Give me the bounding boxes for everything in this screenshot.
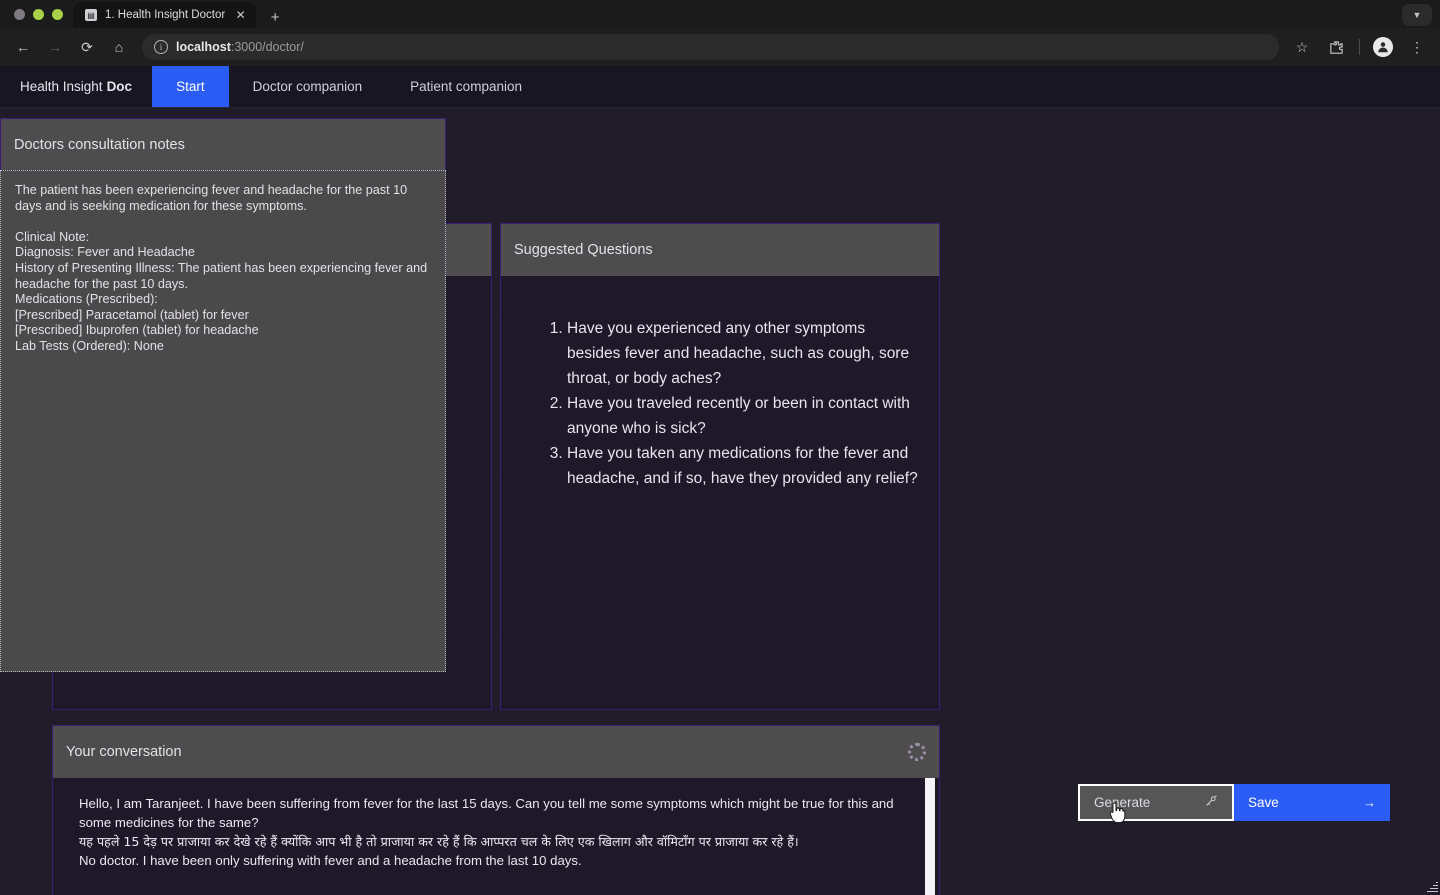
generate-button-label: Generate [1094, 795, 1151, 810]
toolbar-divider [1359, 39, 1360, 55]
panel-header: Your conversation [53, 726, 939, 778]
conversation-scrollbar[interactable] [925, 778, 937, 895]
new-tab-button[interactable]: + [262, 6, 288, 28]
list-item: Have you taken any medications for the f… [567, 441, 919, 491]
panel-title: Doctors consultation notes [14, 136, 185, 153]
address-bar[interactable]: i localhost:3000/doctor/ [142, 34, 1279, 60]
questions-list: Have you experienced any other symptoms … [521, 294, 919, 491]
extensions-icon[interactable] [1321, 32, 1351, 62]
site-info-icon[interactable]: i [154, 40, 168, 54]
nav-item-patient-companion[interactable]: Patient companion [386, 66, 546, 107]
arrow-right-icon: → [1363, 795, 1376, 810]
close-window-button[interactable] [14, 8, 25, 20]
page-viewport: Health Insight Doc Start Doctor companion… [0, 66, 1440, 895]
loading-spinner-icon [908, 743, 926, 761]
panel-body: Have you experienced any other symptoms … [501, 276, 939, 509]
reload-icon[interactable]: ⟳ [72, 32, 102, 62]
generate-button[interactable]: Generate [1078, 784, 1234, 821]
bookmark-star-icon[interactable]: ☆ [1287, 32, 1317, 62]
toolbar-actions: ☆ ⋮ [1287, 32, 1432, 62]
forward-icon[interactable]: → [40, 32, 70, 62]
browser-toolbar: ← → ⟳ ⌂ i localhost:3000/doctor/ ☆ ⋮ [0, 28, 1440, 66]
panel-title: Suggested Questions [514, 242, 653, 258]
scrollbar-thumb[interactable] [925, 778, 935, 895]
page-content: Potential Diagnosis Viral infection [70]… [0, 108, 1440, 895]
avatar [1373, 37, 1393, 57]
url-path: :3000/doctor/ [230, 40, 304, 54]
list-item: Have you traveled recently or been in co… [567, 391, 919, 441]
tab-strip: ▤ 1. Health Insight Doctor ✕ + ▼ [0, 0, 1440, 28]
panel-header: Doctors consultation notes [0, 118, 446, 170]
home-icon[interactable]: ⌂ [104, 32, 134, 62]
save-button[interactable]: Save → [1234, 784, 1390, 821]
page-icon: ▤ [85, 9, 97, 21]
profile-icon[interactable] [1368, 32, 1398, 62]
minimize-window-button[interactable] [33, 8, 44, 20]
conversation-line: Hello, I am Taranjeet. I have been suffe… [79, 796, 894, 830]
url-text: localhost:3000/doctor/ [176, 40, 304, 54]
notes-action-buttons: Generate Save → [1078, 784, 1390, 821]
conversation-line: यह पहले 15 देड़ पर प्राजाया कर देखे रहे … [79, 834, 799, 849]
conversation-body[interactable]: Hello, I am Taranjeet. I have been suffe… [53, 778, 939, 895]
panel-title: Your conversation [66, 744, 182, 760]
browser-window: ▤ 1. Health Insight Doctor ✕ + ▼ ← → ⟳ ⌂… [0, 0, 1440, 895]
app-navbar: Health Insight Doc Start Doctor companion… [0, 66, 1440, 108]
consultation-notes-panel: Doctors consultation notes The patient h… [0, 118, 1438, 892]
close-icon[interactable]: ✕ [233, 8, 248, 23]
nav-item-start[interactable]: Start [152, 66, 229, 107]
chevron-down-icon[interactable]: ▼ [1402, 4, 1432, 26]
notes-textarea[interactable]: The patient has been experiencing fever … [0, 170, 446, 672]
browser-menu-icon[interactable]: ⋮ [1402, 32, 1432, 62]
save-button-label: Save [1248, 795, 1279, 810]
back-icon[interactable]: ← [8, 32, 38, 62]
conversation-line: No doctor. I have been only suffering wi… [79, 853, 582, 868]
maximize-window-button[interactable] [52, 8, 63, 20]
brand-prefix: Health Insight [20, 79, 103, 94]
suggested-questions-panel: Suggested Questions Have you experienced… [500, 223, 940, 710]
magic-wand-icon [1204, 794, 1218, 811]
panel-header: Suggested Questions [501, 224, 939, 276]
brand-suffix: Doc [106, 79, 133, 94]
window-controls [10, 0, 73, 28]
resize-handle-icon[interactable] [1426, 881, 1438, 893]
conversation-panel: Your conversation Hello, I am Taranjeet.… [52, 725, 940, 895]
nav-item-doctor-companion[interactable]: Doctor companion [229, 66, 387, 107]
url-host: localhost [176, 40, 231, 54]
app-brand: Health Insight Doc [0, 66, 152, 107]
browser-tab[interactable]: ▤ 1. Health Insight Doctor ✕ [73, 2, 257, 28]
list-item: Have you experienced any other symptoms … [567, 316, 919, 391]
tab-title: 1. Health Insight Doctor [105, 9, 226, 21]
